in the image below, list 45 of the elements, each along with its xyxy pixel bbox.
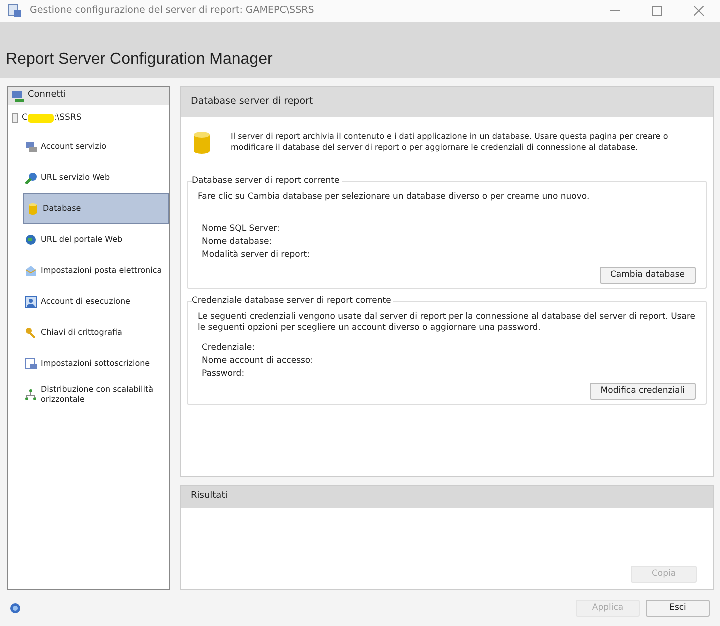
nav-item[interactable]: Chiavi di crittografia [7,317,170,348]
nav-item[interactable]: URL servizio Web [7,162,170,193]
nav-icon [25,264,37,276]
server-icon [12,113,18,123]
nav-icon [25,296,37,308]
computer-icon [12,90,24,102]
nav-icon [25,172,37,184]
nav-icon [25,358,37,370]
results-title: Risultati [191,490,228,504]
maximize-icon[interactable] [652,6,662,16]
database-icon [193,131,211,155]
close-icon[interactable] [694,6,704,16]
nav-item[interactable]: Account di esecuzione [7,286,170,317]
nav-item[interactable]: Database [23,193,169,224]
field-label: Nome database: [201,236,274,249]
nav-item[interactable]: Account servizio [7,131,170,162]
field-label: Modalità server di report: [201,249,311,262]
nav-icon [27,202,39,214]
nav-icon [25,234,37,246]
nav-icon [25,326,37,338]
intro-text: Il server di report archivia il contenuto e i dati applicazione in un database. Usare questa pagina per creare o modificare il database del server di report o per aggiornare le credenziali di connessione al database. [231,131,670,154]
app-icon [8,4,22,18]
action-button[interactable]: Esci [646,600,710,616]
group-legend: Credenziale database server di report corrente [192,295,394,308]
window-title: Gestione configurazione del server di report: GAMEPC\SSRS [30,4,314,18]
group-text: Le seguenti credenziali vengono usate dal server di report per la connessione al database del server di report. Usare le seguenti opzioni per scegliere un account diverso o aggiornare una password. [198,312,696,334]
page-title: Database server di report [191,94,314,109]
action-button[interactable]: Modifica credenziali [590,383,696,400]
action-button[interactable]: Cambia database [600,267,696,284]
field-label: Nome SQL Server: [201,223,281,236]
connect-button[interactable]: Connetti [8,87,169,105]
group-text: Fare clic su Cambia database per selezionare un database diverso o per crearne uno nuovo. [198,192,591,203]
nav-item[interactable]: Impostazioni sottoscrizione [7,348,170,379]
nav-item[interactable]: Distribuzione con scalabilità orizzontale [7,379,170,410]
field-label: Nome account di accesso: [201,355,315,368]
help-icon[interactable] [10,602,21,614]
field-label: Password: [201,368,246,381]
nav-icon [25,388,37,400]
field-label: Credenziale: [201,342,256,355]
app-title: Report Server Configuration Manager [6,50,273,70]
nav-item[interactable]: Impostazioni posta elettronica [7,255,170,286]
server-name: C :\SSRS [22,112,82,124]
group-legend: Database server di report corrente [192,175,342,188]
nav-item[interactable]: URL del portale Web [7,224,170,255]
nav-icon [25,140,37,152]
